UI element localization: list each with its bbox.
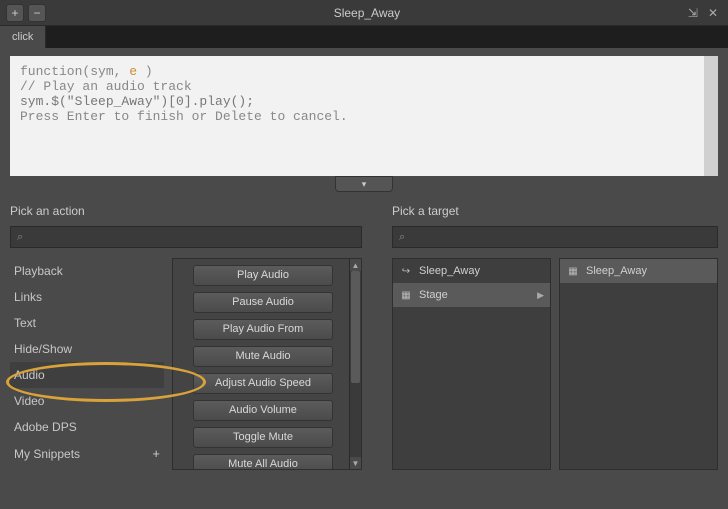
action-play-audio[interactable]: Play Audio [193,265,333,286]
action-mute-audio[interactable]: Mute Audio [193,346,333,367]
cat-my-snippets[interactable]: My Snippets + [10,440,164,467]
expand-panel-button[interactable]: ▾ [335,176,393,192]
action-play-audio-from[interactable]: Play Audio From [193,319,333,340]
scroll-down-icon[interactable]: ▼ [350,457,361,469]
dock-icon[interactable]: ⇲ [688,6,698,20]
action-search-input[interactable]: ⌕ [10,226,362,248]
action-mute-all-audio[interactable]: Mute All Audio [193,454,333,470]
cat-hide-show[interactable]: Hide/Show [10,336,164,362]
action-scrollbar[interactable]: ▲ ▼ [349,259,361,469]
cat-links[interactable]: Links [10,284,164,310]
window-titlebar: + − Sleep_Away ⇲ ✕ [0,0,728,26]
search-icon: ⌕ [399,231,405,244]
target-search-input[interactable]: ⌕ [392,226,718,248]
code-signature: function(sym, e ) [20,64,708,79]
cat-audio[interactable]: Audio [10,362,164,388]
close-icon[interactable]: ✕ [708,6,718,20]
cat-adobe-dps[interactable]: Adobe DPS [10,414,164,440]
scroll-up-icon[interactable]: ▲ [350,259,361,271]
window-title: Sleep_Away [46,6,688,20]
titlebar-minus-button[interactable]: − [28,4,46,22]
target-child-sleep-away[interactable]: ▦ Sleep_Away [560,259,717,283]
action-pause-audio[interactable]: Pause Audio [193,292,333,313]
code-scrollbar[interactable] [704,56,718,176]
cat-text[interactable]: Text [10,310,164,336]
tab-click[interactable]: click [0,26,46,48]
action-audio-volume[interactable]: Audio Volume [193,400,333,421]
stage-icon: ▦ [399,290,413,301]
code-hint: Press Enter to finish or Delete to cance… [20,109,708,124]
event-tabs: click [0,26,728,48]
element-icon: ▦ [566,266,580,277]
pick-action-title: Pick an action [10,204,362,218]
target-stage[interactable]: ▦ Stage ▶ [393,283,550,307]
action-toggle-mute[interactable]: Toggle Mute [193,427,333,448]
add-snippet-icon[interactable]: + [152,446,160,461]
target-sleep-away[interactable]: ↪ Sleep_Away [393,259,550,283]
chevron-right-icon: ▶ [537,290,544,301]
search-icon: ⌕ [17,231,23,244]
action-list: Play Audio Pause Audio Play Audio From M… [172,258,362,470]
code-line: sym.$("Sleep_Away")[0].play(); [20,94,708,109]
target-col-2: ▦ Sleep_Away [559,258,718,470]
action-adjust-audio-speed[interactable]: Adjust Audio Speed [193,373,333,394]
return-icon: ↪ [399,266,413,277]
cat-video[interactable]: Video [10,388,164,414]
titlebar-plus-button[interactable]: + [6,4,24,22]
code-comment: // Play an audio track [20,79,708,94]
cat-playback[interactable]: Playback [10,258,164,284]
action-category-list: Playback Links Text Hide/Show Audio Vide… [10,258,164,470]
code-editor[interactable]: function(sym, e ) // Play an audio track… [10,56,718,176]
pick-target-title: Pick a target [392,204,718,218]
target-col-1: ↪ Sleep_Away ▦ Stage ▶ [392,258,551,470]
